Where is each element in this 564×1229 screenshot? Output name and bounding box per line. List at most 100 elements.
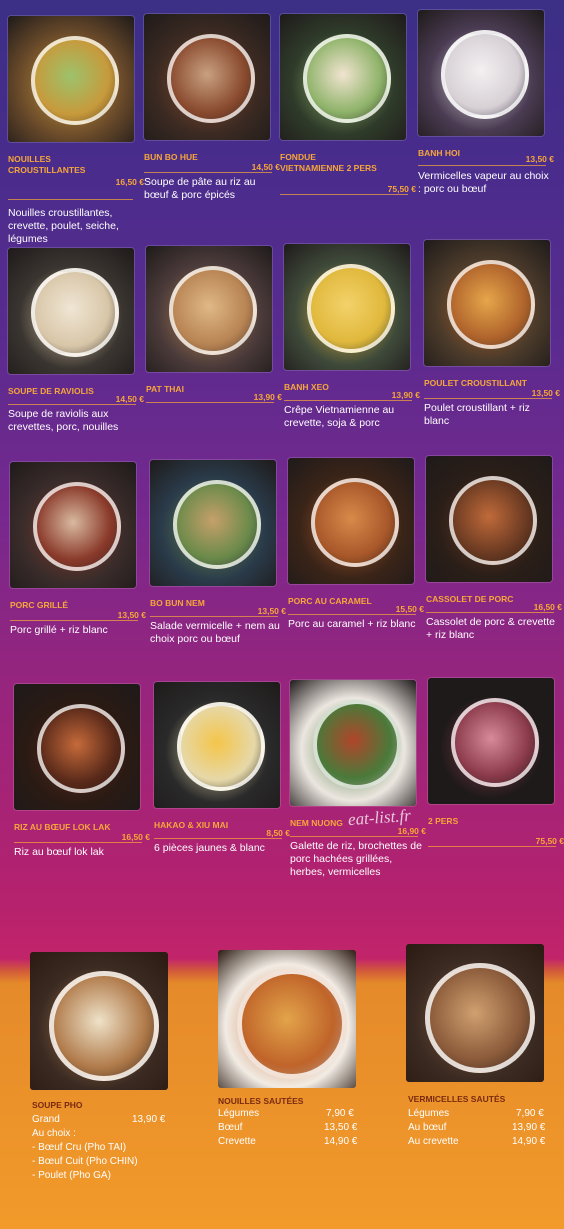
dish-name: 2 pers: [428, 816, 459, 826]
price-rule: [284, 400, 412, 401]
dish-plate: [49, 971, 159, 1081]
dish-photo: [14, 684, 140, 810]
dish-price: 16,50 €: [115, 177, 144, 187]
dish-description: Porc au caramel + riz blanc: [288, 618, 416, 630]
price-rule: [150, 616, 278, 617]
dish-price: 75,50 €: [387, 184, 416, 194]
pho-size: Grand 13,90 €: [32, 1114, 165, 1126]
dish-plate: [32, 482, 122, 571]
dish-plate: [36, 704, 126, 793]
nouilles-line: Crevette 14,90 €: [218, 1136, 357, 1148]
dish-description: Porc grillé + riz blanc: [10, 624, 108, 636]
dish-photo: [146, 246, 272, 372]
dish-price: 14,50 €: [251, 162, 280, 172]
dish-photo: [426, 456, 552, 582]
dish-plate: [172, 480, 262, 569]
dish-description: 6 pièces jaunes & blanc: [154, 842, 265, 854]
dish-photo: [8, 248, 134, 374]
dish-photo: [10, 462, 136, 588]
dish-price: 15,50 €: [395, 604, 424, 614]
dish-photo: [284, 244, 410, 370]
dish-price: 13,50 €: [257, 606, 286, 616]
dish-plate: [425, 963, 535, 1073]
dish-photo: [144, 14, 270, 140]
vermicelles-line: Au crevette 14,90 €: [408, 1136, 545, 1148]
nouilles-label: Crevette: [218, 1136, 256, 1147]
dish-price: 16,90 €: [397, 826, 426, 836]
nouilles-price: 13,50 €: [324, 1122, 358, 1133]
dish-description: Salade vermicelle + nem au choix porc ou…: [150, 620, 280, 645]
vermicelles-label: Au bœuf: [408, 1122, 447, 1133]
dish-plate: [450, 698, 540, 787]
dish-plate: [166, 34, 256, 123]
dish-description: Crêpe Vietnamienne au crevette, soja & p…: [284, 404, 395, 429]
dish-plate: [30, 36, 120, 125]
dish-photo: [290, 680, 416, 806]
pho-option: - Poulet (Pho GA): [32, 1170, 111, 1181]
price-rule: [290, 836, 418, 837]
dish-photo: [150, 460, 276, 586]
vermicelles-price: 13,90 €: [512, 1122, 546, 1133]
price-rule: [8, 404, 136, 405]
dish-description: Nouilles croustillantes, crevette, poule…: [8, 207, 119, 245]
price-rule: [280, 194, 408, 195]
dish-plate: [448, 476, 538, 565]
dish-photo: [8, 16, 134, 142]
nouilles-price: 7,90 €: [326, 1108, 354, 1119]
vermicelles-line: Légumes 7,90 €: [408, 1108, 544, 1120]
pho-option: - Bœuf Cru (Pho TAI): [32, 1142, 127, 1153]
nouilles-label: Légumes: [218, 1108, 260, 1119]
dish-price: 13,50 €: [117, 610, 146, 620]
dish-photo: [424, 240, 550, 366]
dish-price: 13,50 €: [531, 388, 560, 398]
price-rule: [146, 402, 274, 403]
dish-photo: [154, 682, 280, 808]
vermicelles-label: Au crevette: [408, 1136, 459, 1147]
dish-plate: [176, 702, 266, 791]
dish-price: 13,90 €: [253, 392, 282, 402]
nouilles-price: 14,90 €: [324, 1136, 358, 1147]
dish-price: 14,50 €: [115, 394, 144, 404]
vermicelles-photo: [406, 944, 544, 1082]
pho-option: - Bœuf Cuit (Pho CHIN): [32, 1156, 138, 1167]
pho-choice-title: Au choix :: [32, 1128, 76, 1139]
vermicelles-label: Légumes: [408, 1108, 450, 1119]
dish-description: Galette de riz, brochettes de porc haché…: [290, 840, 422, 878]
price-rule: [14, 842, 142, 843]
dish-plate: [30, 268, 120, 357]
dish-plate: [310, 478, 400, 567]
pho-size-price: 13,90 €: [132, 1114, 166, 1125]
dish-photo: [280, 14, 406, 140]
nouilles-photo: [218, 950, 356, 1088]
dish-plate: [302, 34, 392, 123]
dish-photo: [418, 10, 544, 136]
dish-price: 13,90 €: [391, 390, 420, 400]
price-rule: [8, 199, 133, 200]
dish-description: Poulet croustillant + riz blanc: [424, 402, 530, 427]
dish-description: Cassolet de porc & crevette + riz blanc: [426, 616, 555, 641]
nouilles-name: Nouilles sautées: [218, 1096, 304, 1106]
dish-description: Vermicelles vapeur au choix : porc ou bœ…: [418, 170, 549, 195]
price-rule: [154, 838, 282, 839]
menu-board: Nouilles croustillantes 16,50 € Nouilles…: [0, 0, 564, 1229]
price-rule: [424, 398, 552, 399]
dish-plate: [237, 969, 347, 1079]
vermicelles-line: Au bœuf 13,90 €: [408, 1122, 545, 1134]
dish-description: Riz au bœuf lok lak: [14, 846, 104, 858]
dish-plate: [168, 266, 258, 355]
dish-plate: [446, 260, 536, 349]
vermicelles-price: 14,90 €: [512, 1136, 546, 1147]
price-rule: [418, 165, 546, 166]
dish-name: Fondue vietnamienne 2 pers: [280, 152, 377, 173]
vermicelles-price: 7,90 €: [516, 1108, 544, 1119]
dish-plate: [306, 264, 396, 353]
dish-price: 8,50 €: [266, 828, 290, 838]
bottom-section: Soupe pho Grand 13,90 € Au choix : - Bœu…: [0, 930, 564, 1229]
dish-photo: [428, 678, 554, 804]
price-rule: [288, 614, 416, 615]
dish-price: 16,50 €: [533, 602, 562, 612]
price-rule: [144, 172, 272, 173]
pho-size-label: Grand: [32, 1114, 60, 1125]
nouilles-line: Bœuf 13,50 €: [218, 1122, 357, 1134]
dish-plate: [440, 30, 530, 119]
